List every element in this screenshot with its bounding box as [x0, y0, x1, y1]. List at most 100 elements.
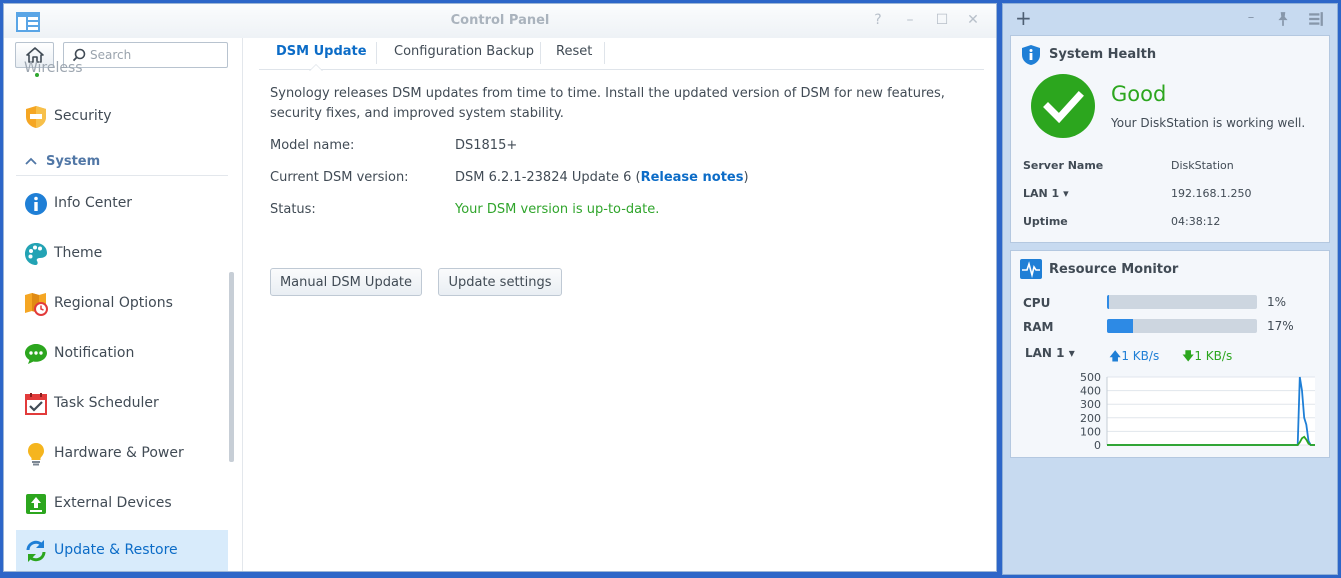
- tab-separator: [540, 42, 541, 64]
- status-label: Status:: [270, 202, 316, 217]
- system-health-title: System Health: [1049, 47, 1157, 62]
- main-content: DSM Update Configuration Backup Reset Sy…: [243, 38, 996, 571]
- sidebar-item-label: Hardware & Power: [54, 445, 184, 461]
- ram-usage-value: 17%: [1267, 319, 1294, 333]
- system-health-widget: System Health Good Your DiskStation is w…: [1010, 35, 1330, 243]
- upload-arrow-icon: 🡅: [1109, 349, 1122, 363]
- update-settings-button[interactable]: Update settings: [438, 268, 562, 296]
- y-tick-label: 200: [1080, 412, 1101, 425]
- lan-network-label: LAN 1: [1025, 346, 1065, 360]
- sidebar-item-wireless-partial[interactable]: Wireless: [24, 60, 83, 76]
- sidebar-item-notification[interactable]: Notification: [16, 333, 228, 375]
- sidebar-item-hardware-power[interactable]: Hardware & Power: [16, 433, 228, 475]
- lan-network-dropdown[interactable]: LAN 1 ▾: [1025, 346, 1075, 360]
- search-input[interactable]: [90, 46, 220, 64]
- section-header-system[interactable]: System: [16, 148, 228, 176]
- chat-bubble-icon: [25, 344, 47, 364]
- info-icon: [25, 193, 47, 215]
- sidebar-item-label: Info Center: [54, 195, 133, 211]
- tab-configuration-backup[interactable]: Configuration Backup: [394, 44, 534, 70]
- section-header-label: System: [46, 154, 101, 169]
- lan-ip-value: 192.168.1.250: [1171, 187, 1252, 200]
- window-titlebar[interactable]: Control Panel ? – ☐ ✕: [4, 4, 996, 38]
- tab-reset[interactable]: Reset: [556, 44, 592, 70]
- widget-minimize-button[interactable]: –: [1243, 10, 1259, 26]
- ram-usage-fill: [1107, 319, 1133, 333]
- shield-icon: [26, 106, 46, 128]
- dsm-version-suffix: ): [743, 170, 749, 185]
- status-good-icon: [1031, 74, 1095, 138]
- sidebar-item-label: Theme: [54, 245, 103, 261]
- sidebar-item-theme[interactable]: Theme: [16, 233, 228, 275]
- window-title: Control Panel: [450, 13, 550, 28]
- lan-label: LAN 1: [1023, 187, 1060, 200]
- chevron-up-icon: [25, 157, 37, 165]
- chart-plot-area: [1107, 377, 1315, 445]
- model-name-label: Model name:: [270, 138, 355, 153]
- download-rate-value: 1 KB/s: [1194, 349, 1233, 363]
- sidebar-item-label: Task Scheduler: [54, 395, 159, 411]
- map-clock-icon: [25, 293, 48, 316]
- active-tab-indicator: [309, 64, 323, 71]
- sidebar-item-label: Update & Restore: [54, 542, 178, 558]
- resource-monitor-title: Resource Monitor: [1049, 262, 1179, 277]
- widget-panel: + – System Health Good Your DiskStation …: [1002, 3, 1338, 575]
- uptime-value: 04:38:12: [1171, 215, 1221, 228]
- add-widget-button[interactable]: +: [1015, 8, 1032, 28]
- lan-dropdown[interactable]: LAN 1 ▾: [1023, 187, 1069, 200]
- maximize-button[interactable]: ☐: [934, 12, 950, 28]
- dropdown-caret-icon: ▾: [1068, 346, 1075, 360]
- download-rate: 🡇1 KB/s: [1182, 347, 1232, 368]
- intro-text: Synology releases DSM updates from time …: [270, 86, 945, 121]
- download-arrow-icon: 🡇: [1182, 349, 1195, 363]
- server-name-label: Server Name: [1023, 159, 1104, 172]
- shield-info-icon: [1022, 45, 1040, 65]
- upload-rate: 🡅1 KB/s: [1109, 347, 1159, 368]
- sidebar-item-info-center[interactable]: Info Center: [16, 183, 228, 225]
- sidebar-item-security[interactable]: Security: [16, 96, 228, 138]
- cpu-label: CPU: [1023, 296, 1051, 310]
- control-panel-window: Control Panel ? – ☐ ✕ Wireless: [3, 3, 997, 572]
- dropdown-caret-icon: ▾: [1063, 187, 1069, 200]
- palette-icon: [25, 243, 47, 265]
- help-button[interactable]: ?: [870, 12, 886, 28]
- y-tick-label: 400: [1080, 385, 1101, 398]
- sidebar-item-external-devices[interactable]: External Devices: [16, 483, 228, 525]
- resource-monitor-widget: Resource Monitor CPU 1% RAM 17% LAN 1 ▾ …: [1010, 250, 1330, 458]
- y-tick-label: 100: [1080, 425, 1101, 438]
- release-notes-link[interactable]: Release notes: [641, 170, 744, 185]
- sidebar-item-label: External Devices: [54, 495, 172, 511]
- dsm-version-text: DSM 6.2.1-23824 Update 6 (: [455, 170, 641, 185]
- sidebar-item-task-scheduler[interactable]: Task Scheduler: [16, 383, 228, 425]
- tab-separator: [604, 42, 605, 64]
- pin-icon[interactable]: [1275, 11, 1291, 27]
- ram-usage-bar: [1107, 319, 1257, 333]
- sidebar-item-label: Notification: [54, 345, 135, 361]
- layout-icon[interactable]: [1308, 11, 1324, 27]
- server-name-value: DiskStation: [1171, 159, 1234, 172]
- search-box[interactable]: [63, 42, 228, 68]
- y-tick-label: 500: [1080, 371, 1101, 384]
- cpu-usage-bar: [1107, 295, 1257, 309]
- sidebar-scrollbar[interactable]: [229, 272, 234, 462]
- dsm-version-label: Current DSM version:: [270, 170, 409, 185]
- cpu-usage-fill: [1107, 295, 1109, 309]
- close-button[interactable]: ✕: [965, 12, 981, 28]
- minimize-button[interactable]: –: [902, 12, 918, 28]
- sidebar-item-regional-options[interactable]: Regional Options: [16, 283, 228, 325]
- lightbulb-icon: [28, 443, 44, 466]
- refresh-icon: [26, 540, 46, 562]
- manual-dsm-update-button[interactable]: Manual DSM Update: [270, 268, 422, 296]
- sidebar-item-update-restore[interactable]: Update & Restore: [16, 530, 228, 571]
- calendar-check-icon: [25, 393, 47, 415]
- cpu-usage-value: 1%: [1267, 295, 1287, 309]
- dsm-version-value: DSM 6.2.1-23824 Update 6 (Release notes): [455, 170, 749, 185]
- wireless-icon-partial: [35, 73, 39, 77]
- y-tick-label: 300: [1080, 398, 1101, 411]
- tab-bar: DSM Update Configuration Backup Reset: [259, 38, 984, 71]
- health-status: Good: [1111, 82, 1167, 106]
- sidebar-item-label: Regional Options: [54, 295, 173, 311]
- pulse-monitor-icon: [1020, 259, 1042, 279]
- upload-rate-value: 1 KB/s: [1121, 349, 1160, 363]
- sidebar-item-label: Security: [54, 108, 112, 124]
